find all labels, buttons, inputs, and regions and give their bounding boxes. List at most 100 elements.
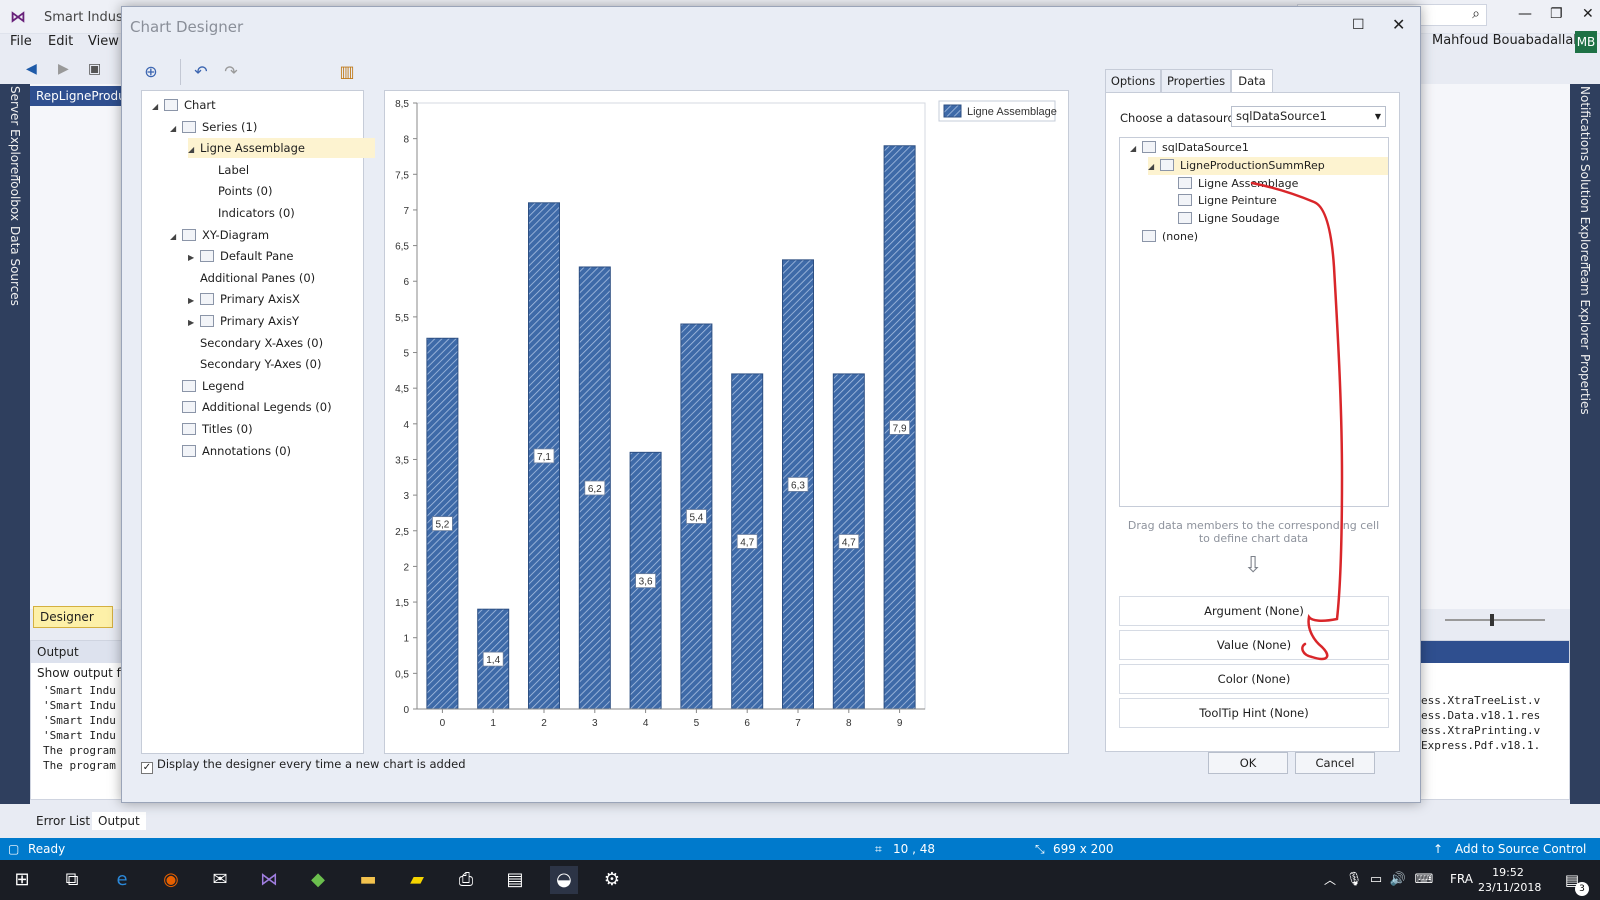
tree-node[interactable]: ▶ Default Pane (188, 246, 294, 266)
tree-node[interactable]: Annotations (0) (170, 441, 291, 461)
language-indicator[interactable]: FRA (1450, 872, 1473, 886)
clock[interactable]: 19:52 23/11/2018 (1478, 865, 1541, 895)
expand-arrow-icon[interactable]: ◢ (1130, 140, 1142, 158)
datasource-select[interactable]: sqlDataSource1 ▼ (1231, 106, 1386, 127)
close-icon[interactable]: ✕ (1582, 6, 1594, 22)
tab-output[interactable]: Output (92, 812, 146, 830)
add-series-icon[interactable]: ⊕ (140, 61, 162, 83)
datasource-node[interactable]: ◢ LigneProductionSummRep (1148, 156, 1388, 176)
tree-node[interactable]: Titles (0) (170, 419, 253, 439)
forward-icon[interactable]: ▶ (58, 61, 69, 77)
solution-explorer-tab[interactable]: Solution Explorer (1578, 164, 1592, 267)
color-cell[interactable]: Color (None) (1119, 664, 1389, 694)
tree-node[interactable]: Points (0) (206, 181, 273, 201)
photos-icon[interactable]: ◒ (550, 866, 578, 894)
expand-arrow-icon[interactable]: ▶ (188, 248, 200, 268)
file-explorer-icon[interactable]: ▬ (354, 866, 382, 894)
tree-node[interactable]: Indicators (0) (206, 203, 295, 223)
menu-file[interactable]: File (10, 34, 32, 49)
tree-node[interactable]: ▶ Primary AxisX (188, 289, 300, 309)
tree-node[interactable]: Additional Panes (0) (188, 268, 315, 288)
tooltip-hint-cell[interactable]: ToolTip Hint (None) (1119, 698, 1389, 728)
datasource-node[interactable]: Ligne Soudage (1166, 210, 1280, 228)
expand-arrow-icon[interactable]: ◢ (170, 119, 182, 139)
properties-tab[interactable]: Properties (1578, 354, 1592, 415)
designer-tab[interactable]: Designer (33, 606, 113, 628)
undo-icon[interactable]: ↶ (190, 61, 212, 83)
maximize-icon[interactable]: ☐ (1352, 17, 1365, 33)
restore-icon[interactable]: ❐ (1550, 6, 1563, 22)
chart-wizard-icon[interactable]: ▥ (336, 61, 358, 83)
add-to-source-control[interactable]: Add to Source Control (1455, 838, 1586, 860)
ok-button[interactable]: OK (1208, 752, 1288, 774)
numeric-field-icon (1178, 176, 1192, 189)
tree-node[interactable]: ◢ XY-Diagram (170, 225, 269, 245)
close-icon[interactable]: ✕ (1392, 15, 1405, 34)
app-icon[interactable]: ◆ (304, 866, 332, 894)
edge-icon[interactable]: e (108, 866, 136, 894)
numeric-field-icon (1178, 194, 1192, 207)
expand-arrow-icon[interactable]: ◢ (188, 140, 200, 160)
server-explorer-tab[interactable]: Server Explorer (8, 86, 22, 179)
tree-node[interactable]: Secondary X-Axes (0) (188, 333, 323, 353)
bar-chart: 5,2 1,4 7,1 6,2 3,6 5,4 4,7 6,3 4,7 7,9 0 0,5 1 1,5 2… (395, 99, 1057, 729)
sticky-notes-icon[interactable]: ▰ (403, 866, 431, 894)
tree-node[interactable]: Legend (170, 376, 244, 396)
tree-node[interactable]: ◢ Series (1) (170, 117, 257, 137)
team-explorer-tab[interactable]: Team Explorer (1578, 264, 1592, 350)
datasource-node[interactable]: (none) (1130, 228, 1198, 246)
minimize-icon[interactable]: — (1518, 6, 1532, 22)
tab-data[interactable]: Data (1231, 69, 1273, 94)
volume-icon[interactable]: 🔊 (1384, 866, 1412, 894)
tree-node[interactable]: ▶ Primary AxisY (188, 311, 299, 331)
menu-edit[interactable]: Edit (48, 34, 73, 49)
windows-start-icon[interactable]: ⊞ (8, 866, 36, 894)
tab-error-list[interactable]: Error List (30, 812, 96, 830)
firefox-icon[interactable]: ◉ (157, 866, 185, 894)
value-cell[interactable]: Value (None) (1119, 630, 1389, 660)
windows-taskbar: ⊞ ⧉ e ◉ ✉ ⋈ ◆ ▬ ▰ ⎙ ▤ ◒ ⚙ ︿ 🎙 ▭ 🔊 ⌨ FRA … (0, 860, 1600, 900)
back-icon[interactable]: ◀ (26, 61, 37, 77)
expand-arrow-icon[interactable]: ◢ (152, 97, 164, 117)
data-sources-tab[interactable]: Data Sources (8, 226, 22, 306)
tree-node[interactable]: ◢ Ligne Assemblage (188, 138, 375, 160)
expand-arrow-icon[interactable]: ◢ (170, 227, 182, 247)
printer-icon[interactable]: ⎙ (452, 866, 480, 894)
tree-node[interactable]: Label (206, 160, 249, 180)
cancel-button[interactable]: Cancel (1295, 752, 1375, 774)
task-view-icon[interactable]: ⧉ (58, 866, 86, 894)
tab-properties[interactable]: Properties (1161, 69, 1231, 94)
cursor-position-icon: ⌗ (875, 842, 882, 856)
tab-options[interactable]: Options (1105, 69, 1161, 94)
display-designer-checkbox-row[interactable]: ✓ Display the designer every time a new c… (141, 757, 466, 774)
document-tab[interactable]: RepLigneProduc (30, 86, 130, 106)
checkbox-checked[interactable]: ✓ (141, 762, 153, 774)
toolbox-tab[interactable]: Toolbox (8, 176, 22, 221)
expand-arrow-icon[interactable]: ▶ (188, 291, 200, 311)
datasource-node[interactable]: ◢ sqlDataSource1 (1130, 139, 1249, 157)
menu-view[interactable]: View (88, 34, 119, 49)
redo-icon[interactable]: ↷ (220, 61, 242, 83)
mail-icon[interactable]: ✉ (206, 866, 234, 894)
avatar[interactable]: MB (1575, 31, 1597, 53)
clapper-icon[interactable]: ▤ (501, 866, 529, 894)
tree-node[interactable]: Secondary Y-Axes (0) (188, 354, 321, 374)
status-ready: Ready (28, 842, 66, 856)
new-item-icon[interactable]: ▣ (88, 61, 101, 77)
expand-arrow-icon[interactable]: ◢ (1148, 158, 1160, 176)
argument-cell[interactable]: Argument (None) (1119, 596, 1389, 626)
notifications-tab[interactable]: Notifications (1578, 86, 1592, 161)
keyboard-icon[interactable]: ⌨ (1410, 866, 1438, 894)
datasource-node[interactable]: Ligne Assemblage (1166, 175, 1298, 193)
tree-node[interactable]: Additional Legends (0) (170, 397, 332, 417)
settings-gear-icon[interactable]: ⚙ (598, 866, 626, 894)
visual-studio-icon[interactable]: ⋈ (255, 866, 283, 894)
zoom-slider[interactable] (1425, 612, 1565, 628)
y-tick-label: 4 (403, 420, 409, 431)
datasource-node[interactable]: Ligne Peinture (1166, 192, 1277, 210)
user-name[interactable]: Mahfoud Bouabadallah (1432, 33, 1582, 48)
output-line: Express.Pdf.v18.1. (1421, 739, 1541, 752)
notification-badge: 3 (1575, 882, 1589, 896)
tree-node[interactable]: ◢ Chart (152, 95, 216, 115)
expand-arrow-icon[interactable]: ▶ (188, 313, 200, 333)
